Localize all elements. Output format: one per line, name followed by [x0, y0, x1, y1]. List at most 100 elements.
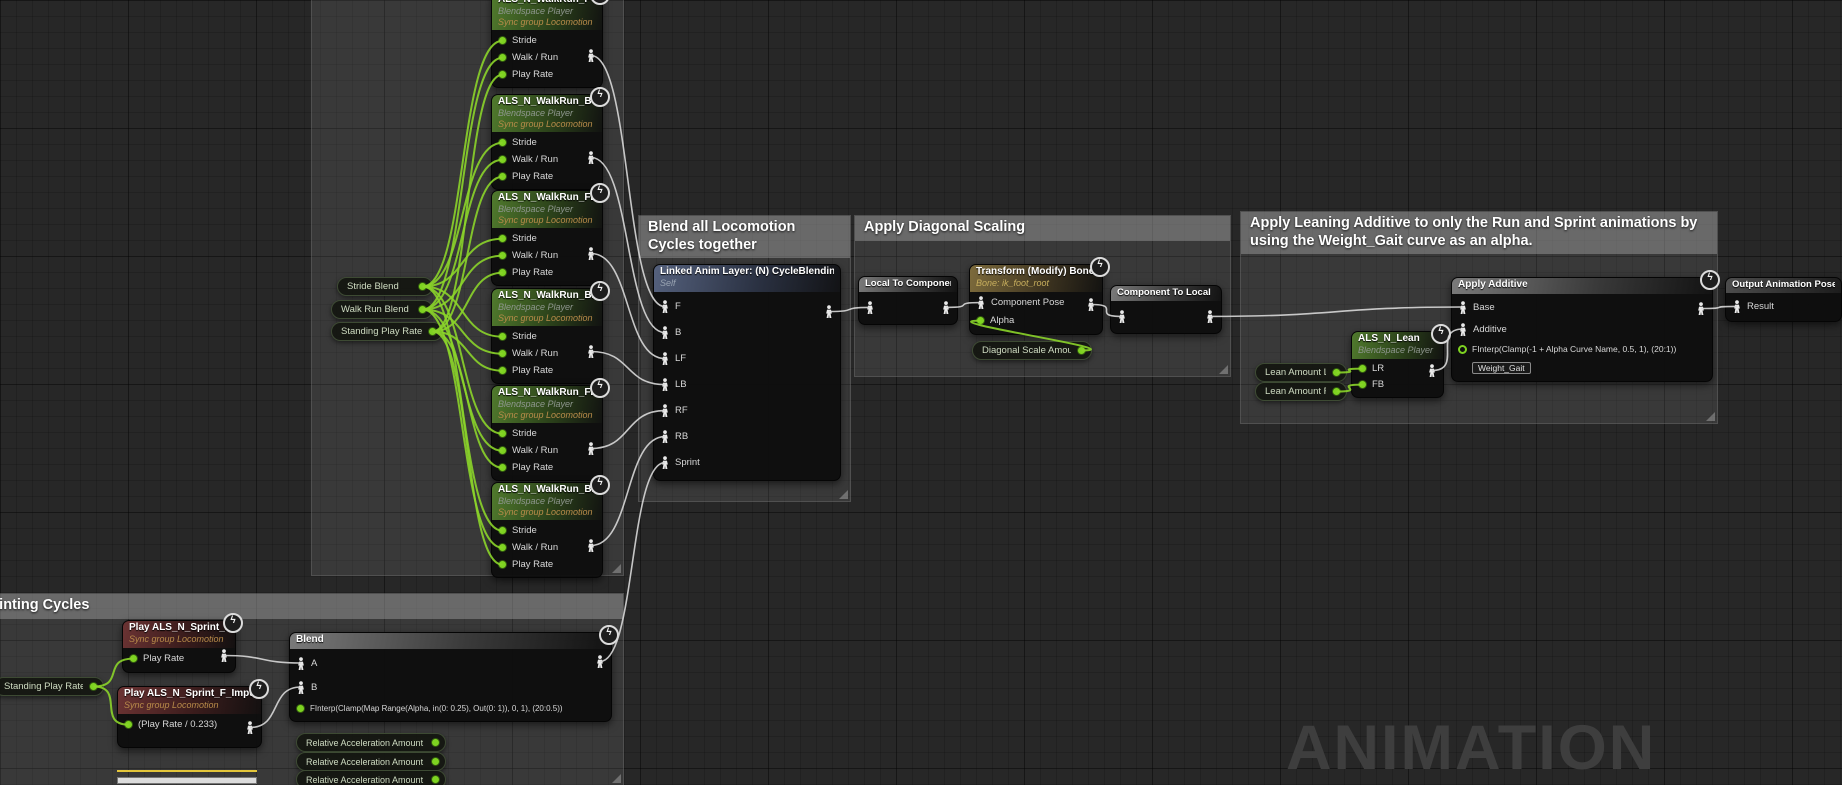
node-als-n-walkrun-fr[interactable]: ALS_N_WalkRun_FR Blendspace Player Sync …: [491, 385, 603, 481]
input-pin-play-rate[interactable]: [498, 366, 507, 375]
output-pin[interactable]: [418, 305, 427, 314]
var-lean-amount-fb[interactable]: Lean Amount FB: [1255, 382, 1347, 401]
var-relative-acceleration-x[interactable]: Relative Acceleration Amount X: [296, 733, 446, 752]
pose-output-pin[interactable]: [245, 721, 255, 734]
output-pin[interactable]: [431, 757, 440, 766]
input-pin-play-rate[interactable]: [498, 70, 507, 79]
var-relative-acceleration-z[interactable]: Relative Acceleration Amount Z: [296, 770, 446, 785]
pose-output-pin[interactable]: [586, 442, 596, 455]
pose-input-pin-b[interactable]: [660, 326, 670, 339]
pose-input-pin-lf[interactable]: [660, 352, 670, 365]
input-pin-lr[interactable]: [1358, 364, 1367, 373]
var-stride-blend[interactable]: Stride Blend: [337, 277, 433, 296]
pose-input-pin-a[interactable]: [296, 657, 306, 670]
input-pin-play-rate[interactable]: [124, 720, 133, 729]
pose-input-pin-result[interactable]: [1732, 300, 1742, 313]
node-als-n-walkrun-f[interactable]: ALS_N_WalkRun_F Blendspace Player Sync g…: [491, 0, 603, 88]
input-pin-walk-run[interactable]: [498, 349, 507, 358]
var-label: Lean Amount FB: [1265, 386, 1326, 397]
input-pin-stride[interactable]: [498, 429, 507, 438]
input-pin-alpha[interactable]: [1458, 345, 1467, 354]
pose-input-pin-b[interactable]: [296, 681, 306, 694]
node-linked-anim-layer-cycleblending[interactable]: Linked Anim Layer: (N) CycleBlending Sel…: [653, 264, 841, 481]
comment-title[interactable]: Sprinting Cycles: [0, 594, 623, 619]
node-transform-modify-bone[interactable]: Transform (Modify) Bone Bone: ik_foot_ro…: [969, 264, 1103, 335]
comment-title[interactable]: Apply Leaning Additive to only the Run a…: [1241, 212, 1717, 254]
var-walk-run-blend[interactable]: Walk Run Blend: [331, 300, 433, 319]
node-als-n-walkrun-b[interactable]: ALS_N_WalkRun_B Blendspace Player Sync g…: [491, 94, 603, 190]
input-pin-walk-run[interactable]: [498, 446, 507, 455]
node-play-als-n-sprint-f-impulse[interactable]: Play ALS_N_Sprint_F_Impulse Sync group L…: [117, 686, 262, 748]
input-pin-alpha[interactable]: [296, 704, 305, 713]
node-als-n-lean[interactable]: ALS_N_Lean Blendspace Player LR FB ϟ: [1351, 331, 1444, 398]
var-relative-acceleration-y[interactable]: Relative Acceleration Amount Y: [296, 752, 446, 771]
input-pin-stride[interactable]: [498, 332, 507, 341]
pose-input-pin-lb[interactable]: [660, 378, 670, 391]
output-pin[interactable]: [1332, 387, 1341, 396]
output-pin[interactable]: [1332, 368, 1341, 377]
pose-input-pin[interactable]: [865, 301, 875, 314]
node-als-n-walkrun-br[interactable]: ALS_N_WalkRun_BR Blendspace Player Sync …: [491, 482, 603, 578]
pose-output-pin[interactable]: [1086, 298, 1096, 311]
input-pin-alpha[interactable]: [976, 316, 985, 325]
input-pin-stride[interactable]: [498, 138, 507, 147]
node-blend[interactable]: Blend A B FInterp(Clamp(Map Range(Alpha,…: [289, 632, 612, 722]
pose-output-pin[interactable]: [595, 655, 605, 668]
input-pin-walk-run[interactable]: [498, 53, 507, 62]
input-pin-play-rate[interactable]: [498, 560, 507, 569]
input-pin-stride[interactable]: [498, 526, 507, 535]
var-diagonal-scale-amount[interactable]: Diagonal Scale Amount: [972, 341, 1092, 360]
pose-output-pin[interactable]: [824, 305, 834, 318]
var-lean-amount-lr[interactable]: Lean Amount LR: [1255, 363, 1347, 382]
input-pin-stride[interactable]: [498, 36, 507, 45]
node-local-to-component[interactable]: Local To Component: [858, 276, 958, 325]
pose-input-pin-base[interactable]: [1458, 301, 1468, 314]
pose-output-pin[interactable]: [1205, 310, 1215, 323]
input-pin-play-rate[interactable]: [498, 268, 507, 277]
var-standing-play-rate[interactable]: Standing Play Rate: [331, 322, 443, 341]
pose-input-pin-rb[interactable]: [660, 430, 670, 443]
input-pin-walk-run[interactable]: [498, 543, 507, 552]
pose-input-pin-f[interactable]: [660, 300, 670, 313]
pose-input-pin-component-pose[interactable]: [976, 296, 986, 309]
input-pin-play-rate[interactable]: [498, 172, 507, 181]
node-als-n-walkrun-fl[interactable]: ALS_N_WalkRun_FL Blendspace Player Sync …: [491, 190, 603, 286]
pose-output-pin[interactable]: [586, 49, 596, 62]
pose-output-pin[interactable]: [586, 151, 596, 164]
output-pin[interactable]: [431, 738, 440, 747]
var-standing-play-rate-2[interactable]: Standing Play Rate: [0, 677, 104, 696]
pin-row: Stride: [492, 230, 602, 247]
input-pin-stride[interactable]: [498, 234, 507, 243]
pose-output-pin[interactable]: [941, 301, 951, 314]
input-pin-play-rate[interactable]: [129, 654, 138, 663]
pose-input-pin-rf[interactable]: [660, 404, 670, 417]
node-output-animation-pose[interactable]: Output Animation Pose Result: [1725, 277, 1842, 322]
pose-input-pin[interactable]: [1117, 310, 1127, 323]
output-pin[interactable]: [1077, 346, 1086, 355]
input-pin-fb[interactable]: [1358, 380, 1367, 389]
pose-output-pin[interactable]: [1696, 302, 1706, 315]
pin-label: RB: [675, 431, 688, 442]
graph-canvas[interactable]: ANIMATION Blend all Locomotion Cycles to…: [0, 0, 1842, 785]
node-component-to-local[interactable]: Component To Local: [1110, 285, 1222, 334]
pose-input-pin-sprint[interactable]: [660, 456, 670, 469]
output-pin[interactable]: [89, 682, 98, 691]
input-pin-walk-run[interactable]: [498, 155, 507, 164]
pose-output-pin[interactable]: [586, 345, 596, 358]
input-pin-play-rate[interactable]: [498, 463, 507, 472]
comment-title[interactable]: Blend all Locomotion Cycles together: [639, 216, 850, 258]
pose-output-pin[interactable]: [586, 247, 596, 260]
input-pin-walk-run[interactable]: [498, 251, 507, 260]
pose-output-pin[interactable]: [1427, 364, 1437, 377]
node-play-als-n-sprint-f[interactable]: Play ALS_N_Sprint_F Sync group Locomotio…: [122, 620, 236, 673]
comment-title[interactable]: Apply Diagonal Scaling: [855, 216, 1230, 241]
node-apply-additive[interactable]: Apply Additive Base Additive FInterp(Cla…: [1451, 277, 1713, 382]
output-pin[interactable]: [418, 282, 427, 291]
node-als-n-walkrun-bl[interactable]: ALS_N_WalkRun_BL Blendspace Player Sync …: [491, 288, 603, 384]
pin-row: Stride: [492, 134, 602, 151]
pose-output-pin[interactable]: [586, 539, 596, 552]
pose-input-pin-additive[interactable]: [1458, 323, 1468, 336]
output-pin[interactable]: [428, 327, 437, 336]
output-pin[interactable]: [431, 775, 440, 784]
pose-output-pin[interactable]: [219, 649, 229, 662]
